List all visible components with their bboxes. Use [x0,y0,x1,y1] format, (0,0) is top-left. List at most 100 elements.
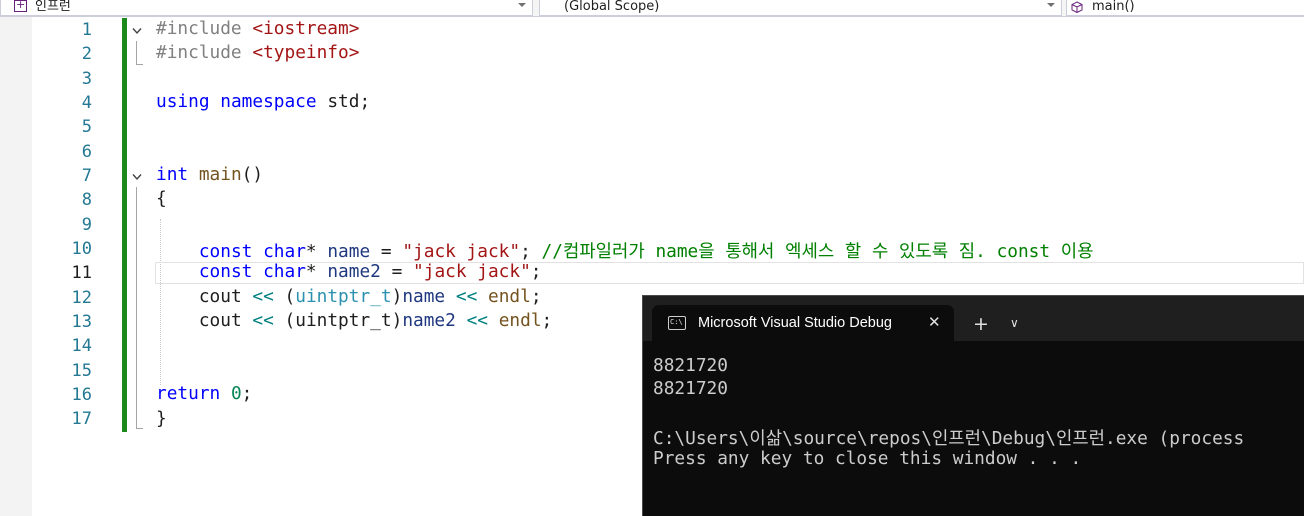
member-dropdown-label: main() [1092,0,1135,14]
code-line-4[interactable]: using namespace std; [156,91,370,112]
function-name: endl [488,286,531,307]
console-output-line: C:\Users\이삶\source\repos\인프런\Debug\인프런.e… [653,428,1245,449]
identifier: cout [198,310,242,331]
method-cube-icon [1071,1,1083,13]
string-literal: "jack jack" [413,261,531,282]
line-number: 15 [71,361,92,381]
operator: * [305,261,317,282]
console-tab-title: Microsoft Visual Studio Debug [698,315,892,331]
line-number: 13 [71,312,92,332]
debug-console-window[interactable]: C:\ Microsoft Visual Studio Debug ✕ + ∨ … [642,295,1304,516]
header-name: <typeinfo> [252,42,360,63]
namespace-name: std; [327,91,371,112]
number-literal: 0 [230,383,242,404]
code-line-10[interactable]: const char* name = "jack jack"; //컴파일러가 … [156,237,1094,263]
code-line-2[interactable]: #include <typeinfo> [156,42,359,63]
line-number: 12 [71,288,92,308]
code-line-7[interactable]: int main() [156,164,263,185]
line-number: 7 [81,166,92,186]
punctuation: ; [530,286,542,307]
code-line-13[interactable]: cout << (uintptr_t)name2 << endl; [156,310,552,331]
project-dropdown[interactable]: 인프런 [0,0,533,16]
punctuation: ; [520,241,531,262]
line-number: 2 [81,44,92,64]
new-tab-button[interactable]: + [973,314,989,334]
member-dropdown[interactable]: main() [1066,0,1304,16]
operator: = [380,241,392,262]
line-number: 9 [81,215,92,235]
code-line-8[interactable]: { [156,188,167,209]
variable: name2 [402,310,456,331]
line-number: 4 [81,93,92,113]
console-output-line: 8821720 [653,378,728,399]
punctuation: () [241,164,264,185]
operator: * [305,241,317,262]
chevron-down-icon[interactable]: ∨ [1010,316,1019,330]
terminal-icon: C:\ [668,316,686,330]
dropdown-arrow-icon [1047,3,1055,7]
line-number: 14 [71,336,92,356]
line-number: 10 [71,239,92,259]
project-dropdown-label: 인프런 [35,0,71,14]
console-tab[interactable]: C:\ Microsoft Visual Studio Debug ✕ [652,305,954,341]
change-tracking-bar [122,18,127,432]
scope-dropdown[interactable]: (Global Scope) [539,0,1062,16]
line-number-current: 11 [71,263,92,283]
fold-guide-end [136,64,143,65]
keyword: int [156,164,189,185]
collapse-chevron-icon[interactable] [131,25,143,37]
operator: << [252,286,274,307]
punctuation: ; [241,383,253,404]
console-output-line: Press any key to close this window . . . [653,448,1082,469]
code-line-17[interactable]: } [156,408,167,429]
punctuation: ) [391,286,403,307]
code-line-11[interactable]: const char* name2 = "jack jack"; [156,261,542,282]
keyword: const [198,261,253,282]
comment: //컴파일러가 name을 통해서 엑세스 할 수 있도록 짐. const 이… [541,241,1094,262]
function-name: endl [498,310,542,331]
keyword: namespace [220,91,317,112]
keyword: using [156,91,210,112]
scope-dropdown-label: (Global Scope) [564,0,660,14]
identifier: cout [198,286,242,307]
code-line-16[interactable]: return 0; [156,383,252,404]
type-name: uintptr_t [295,286,392,307]
keyword: return [156,383,221,404]
line-number: 3 [81,69,92,89]
close-icon[interactable]: ✕ [928,313,941,331]
code-line-12[interactable]: cout << (uintptr_t)name << endl; [156,286,542,307]
console-output-line: 8821720 [653,355,728,376]
keyword: char [263,241,306,262]
punctuation: ; [530,261,542,282]
punctuation: ; [541,310,553,331]
collapse-chevron-icon[interactable] [131,171,143,183]
fold-guide [136,187,137,429]
operator: << [455,286,478,307]
brace: { [156,188,167,209]
line-number: 6 [81,142,92,162]
fold-guide [136,41,137,65]
type-name: uintptr_t [295,310,392,331]
brace: } [156,408,167,429]
code-line-1[interactable]: #include <iostream> [156,18,359,39]
operator: << [466,310,488,331]
indicator-margin [0,17,32,516]
line-number: 16 [71,385,92,405]
variable: name [327,241,371,262]
punctuation: ( [284,310,296,331]
line-number: 1 [81,20,92,40]
navigation-bar: 인프런 (Global Scope) main() [0,0,1304,17]
string-literal: "jack jack" [402,241,521,262]
keyword: const [198,241,253,262]
operator: = [391,261,403,282]
line-number: 17 [71,409,92,429]
header-name: <iostream> [252,18,360,39]
keyword: char [263,261,306,282]
fold-guide-end [136,428,143,429]
variable: name2 [327,261,381,282]
variable: name [402,286,446,307]
operator: << [252,310,274,331]
function-name: main [198,164,242,185]
punctuation: ) [391,310,403,331]
line-number: 5 [81,117,92,137]
